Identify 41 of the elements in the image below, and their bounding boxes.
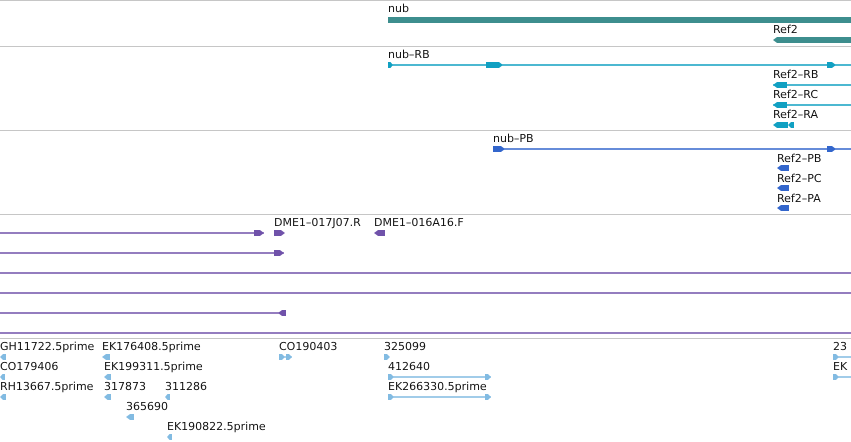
feature-glyph[interactable] <box>777 165 789 171</box>
feature-label: DME1–016A16.F <box>374 216 464 229</box>
feature-glyph[interactable] <box>0 250 284 256</box>
feature-label: EK190822.5prime <box>167 420 266 433</box>
feature-glyph[interactable] <box>0 230 264 236</box>
feature-label: EK199311.5prime <box>104 360 203 373</box>
feature-glyph[interactable] <box>777 185 789 191</box>
feature-label: EK <box>833 360 848 373</box>
feature-glyph[interactable] <box>0 310 286 316</box>
feature-label: RH13667.5prime <box>0 380 94 393</box>
feature-glyph[interactable] <box>773 37 851 43</box>
feature-glyph[interactable] <box>773 82 851 88</box>
feature-glyph[interactable] <box>777 205 789 211</box>
feature-label: Ref2–RC <box>773 88 818 101</box>
feature-label: nub <box>388 2 409 15</box>
feature-label: EK176408.5prime <box>102 340 201 353</box>
feature-label: 23 <box>833 340 847 353</box>
feature-label: CO179406 <box>0 360 58 373</box>
feature-glyph[interactable] <box>374 230 385 236</box>
feature-label: 365690 <box>126 400 168 413</box>
feature-glyph[interactable] <box>773 122 794 128</box>
feature-label: 317873 <box>104 380 146 393</box>
feature-label: 412640 <box>388 360 430 373</box>
feature-label: EK266330.5prime <box>388 380 487 393</box>
feature-glyph[interactable] <box>493 146 851 152</box>
feature-label: Ref2–PB <box>777 152 822 165</box>
feature-label: nub–RB <box>388 48 430 61</box>
feature-glyph[interactable] <box>274 230 285 236</box>
feature-label: GH11722.5prime <box>0 340 94 353</box>
feature-label: DME1–017J07.R <box>274 216 361 229</box>
feature-label: nub–PB <box>493 132 534 145</box>
feature-label: Ref2–PC <box>777 172 822 185</box>
feature-label: Ref2–PA <box>777 192 821 205</box>
feature-label: 311286 <box>165 380 207 393</box>
feature-label: Ref2 <box>773 23 798 36</box>
feature-glyph[interactable] <box>773 102 851 108</box>
feature-label: 325099 <box>384 340 426 353</box>
feature-label: CO190403 <box>279 340 338 353</box>
feature-label: Ref2–RA <box>773 108 818 121</box>
feature-glyph[interactable] <box>388 62 851 68</box>
feature-label: Ref2–RB <box>773 68 818 81</box>
